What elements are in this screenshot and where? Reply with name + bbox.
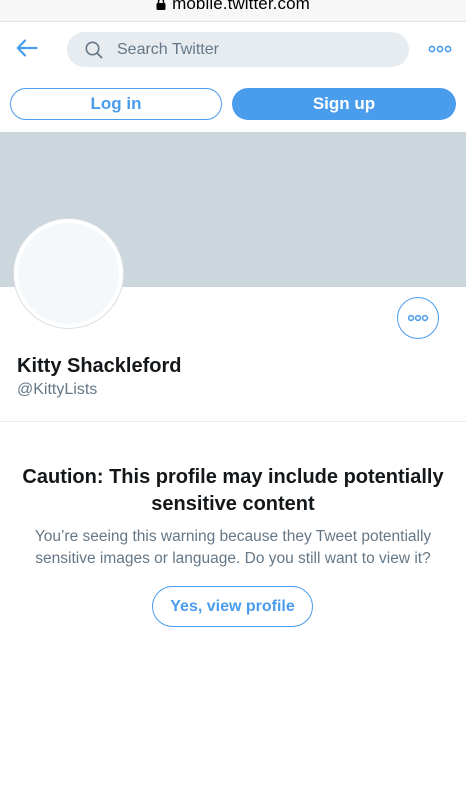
- back-button[interactable]: [14, 35, 40, 61]
- top-navigation-bar: [0, 22, 466, 76]
- search-icon: [85, 41, 103, 58]
- browser-url-bar[interactable]: mobile.twitter.com: [0, 0, 466, 22]
- arrow-left-icon: [16, 39, 38, 57]
- avatar[interactable]: [14, 219, 123, 328]
- search-input[interactable]: [117, 40, 377, 59]
- auth-buttons-row: Log in Sign up: [0, 88, 466, 121]
- more-dots-icon: [428, 45, 452, 53]
- profile-screen-name: @KittyLists: [17, 381, 98, 398]
- search-box[interactable]: [67, 32, 409, 67]
- profile-display-name: Kitty Shackleford: [17, 355, 182, 377]
- url-text: mobile.twitter.com: [172, 0, 310, 13]
- more-options-button[interactable]: [426, 39, 454, 59]
- url-display[interactable]: mobile.twitter.com: [156, 0, 310, 14]
- warning-body: You’re seeing this warning because they …: [34, 528, 432, 567]
- signup-button[interactable]: Sign up: [232, 88, 456, 120]
- divider: [0, 421, 466, 422]
- more-dots-icon: [407, 314, 429, 322]
- login-button[interactable]: Log in: [10, 88, 222, 120]
- view-profile-button[interactable]: Yes, view profile: [152, 586, 313, 627]
- warning-title: Caution: This profile may include potent…: [22, 466, 444, 515]
- lock-icon: [156, 0, 166, 10]
- profile-more-button[interactable]: [397, 297, 439, 339]
